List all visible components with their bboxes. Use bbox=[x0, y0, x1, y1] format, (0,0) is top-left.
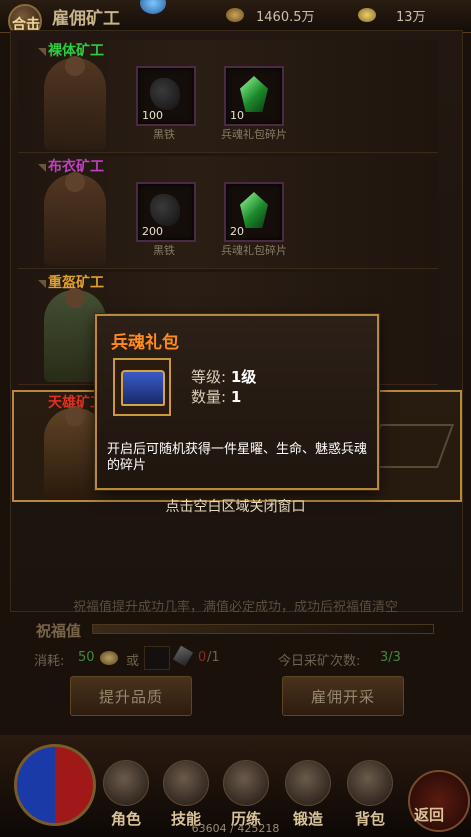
item-slot-black-iron[interactable]: 200 bbox=[136, 182, 196, 242]
black-iron-icon bbox=[150, 194, 180, 226]
item-count: 20 bbox=[230, 225, 244, 238]
item-slot-soul-fragment[interactable]: 10 bbox=[224, 66, 284, 126]
miner-row-cloth[interactable]: 布衣矿工 200 黑铁 20 兵魂礼包碎片 bbox=[18, 156, 438, 269]
page-title: 雇佣矿工 bbox=[52, 9, 120, 29]
nav-bag[interactable]: 背包 bbox=[342, 760, 398, 830]
character-icon bbox=[103, 760, 149, 806]
item-label: 黑铁 bbox=[153, 244, 175, 257]
nav-character[interactable]: 角色 bbox=[98, 760, 154, 830]
row-marker-icon bbox=[38, 164, 46, 172]
or-label: 或 bbox=[126, 654, 140, 669]
daily-label: 今日采矿次数: bbox=[278, 654, 361, 669]
bag-icon bbox=[347, 760, 393, 806]
hire-mining-button[interactable]: 雇佣开采 bbox=[282, 676, 404, 716]
miner-figure bbox=[44, 172, 106, 266]
blessing-label: 祝福值 bbox=[36, 622, 82, 640]
ingot-amount: 13万 bbox=[396, 10, 426, 25]
close-hint[interactable]: 点击空白区域关闭窗口 bbox=[0, 496, 471, 516]
cost-amount: 50 bbox=[78, 650, 95, 665]
item-label: 兵魂礼包碎片 bbox=[221, 128, 287, 141]
item-count: 10 bbox=[230, 109, 244, 122]
pet-icon bbox=[140, 0, 166, 14]
item-icon-frame bbox=[113, 358, 171, 416]
item-slot-soul-fragment[interactable]: 20 bbox=[224, 182, 284, 242]
ingot-icon bbox=[100, 651, 118, 665]
item-need: /1 bbox=[207, 650, 220, 665]
miner-figure bbox=[44, 56, 106, 150]
top-bar: 合击 雇佣矿工 1460.5万 13万 bbox=[0, 0, 471, 38]
ingot-icon bbox=[358, 8, 376, 22]
qty-value: 1 bbox=[230, 388, 242, 406]
skill-icon bbox=[163, 760, 209, 806]
black-iron-icon bbox=[150, 78, 180, 110]
gold-amount: 1460.5万 bbox=[256, 10, 315, 25]
nav-forge[interactable]: 锻造 bbox=[280, 760, 336, 830]
item-count: 0 bbox=[198, 650, 207, 665]
row-marker-icon bbox=[38, 48, 46, 56]
upgrade-quality-button[interactable]: 提升品质 bbox=[70, 676, 192, 716]
item-count: 100 bbox=[142, 109, 163, 122]
level-row: 等级: 1级 bbox=[191, 366, 256, 387]
qty-row: 数量: 1 bbox=[191, 386, 241, 407]
taiji-icon[interactable] bbox=[14, 744, 96, 826]
row-marker-icon bbox=[38, 280, 46, 288]
forge-icon bbox=[285, 760, 331, 806]
item-tooltip-popup: 兵魂礼包 等级: 1级 数量: 1 开启后可随机获得一件星曜、生命、魅惑兵魂的碎… bbox=[95, 314, 379, 490]
green-gem-icon bbox=[240, 76, 268, 112]
item-slot-black-iron[interactable]: 100 bbox=[136, 66, 196, 126]
nav-skill[interactable]: 技能 bbox=[158, 760, 214, 830]
qty-key: 数量: bbox=[191, 388, 227, 406]
popup-title: 兵魂礼包 bbox=[111, 333, 179, 353]
hammer-icon bbox=[172, 645, 194, 667]
daily-value: 3/3 bbox=[380, 650, 401, 665]
exp-text: 63604 / 425218 bbox=[191, 822, 280, 835]
gold-icon bbox=[226, 8, 244, 22]
blessing-hint: 祝福值提升成功几率，满值必定成功，成功后祝福值清空 bbox=[72, 600, 398, 615]
item-count: 200 bbox=[142, 225, 163, 238]
item-label: 黑铁 bbox=[153, 128, 175, 141]
popup-description: 开启后可随机获得一件星曜、生命、魅惑兵魂的碎片 bbox=[107, 442, 368, 473]
item-slot-empty[interactable] bbox=[144, 646, 170, 670]
miner-row-naked[interactable]: 裸体矿工 100 黑铁 10 兵魂礼包碎片 bbox=[18, 40, 438, 153]
green-gem-icon bbox=[240, 192, 268, 228]
level-value: 1级 bbox=[230, 368, 257, 386]
blessing-progress-bar bbox=[92, 624, 434, 634]
cost-label: 消耗: bbox=[34, 654, 65, 669]
training-icon bbox=[223, 760, 269, 806]
level-key: 等级: bbox=[191, 368, 227, 386]
item-label: 兵魂礼包碎片 bbox=[221, 244, 287, 257]
chest-icon bbox=[121, 370, 165, 406]
nav-training[interactable]: 历练 bbox=[218, 760, 274, 830]
